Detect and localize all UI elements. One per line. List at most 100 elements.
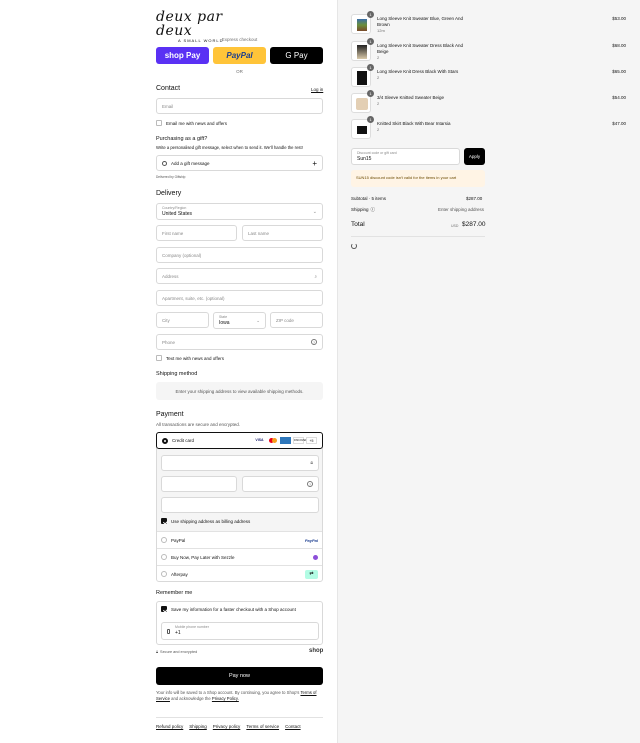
item-title: Long Sleeve Knit Sweater Blue, Green And… [377, 16, 464, 27]
email-news-checkbox[interactable] [156, 120, 162, 126]
refund-policy-link[interactable]: Refund policy [156, 724, 183, 729]
company-field[interactable]: Company (optional) [156, 247, 323, 263]
item-title: Long Sleeve Knit Dress Black With Stars [377, 69, 459, 74]
save-info-option[interactable]: Save my information for a faster checkou… [161, 606, 296, 612]
credit-card-radio[interactable] [162, 437, 168, 444]
item-variant: 2 [377, 101, 380, 106]
gpay-label: G Pay [285, 51, 308, 60]
email-news-option[interactable]: Email me with news and offers [156, 120, 227, 126]
item-price: $47.00 [612, 121, 626, 126]
address-field[interactable]: Address ⌕ [156, 268, 323, 284]
afterpay-radio[interactable] [161, 571, 167, 577]
city-field[interactable]: City [156, 312, 209, 328]
discount-field[interactable]: Discount code or gift card Sun15 [351, 148, 460, 165]
paypal-label: PayPal [226, 51, 253, 60]
gift-powered: Delivered by Giftship [156, 175, 186, 179]
cart-item: 1 Long Sleeve Knit Dress Black With Star… [351, 64, 626, 87]
privacy-policy-link[interactable]: Privacy policy [213, 724, 241, 729]
mobile-phone-label: Mobile phone number [175, 625, 209, 629]
afterpay-option[interactable]: Afterpay ⇄ [157, 565, 322, 582]
mobile-phone-field[interactable]: Mobile phone number +1 [161, 622, 319, 640]
express-checkout-label: Express checkout [221, 37, 258, 42]
terms-of-service-link[interactable]: Terms of service [246, 724, 279, 729]
legal-text: Your info will be saved to a Shop accoun… [156, 690, 326, 702]
shop-pay-button[interactable]: shop Pay [156, 47, 209, 64]
discount-value: Sun15 [357, 156, 372, 162]
quantity-badge: 1 [367, 116, 374, 123]
name-on-card-field[interactable] [161, 497, 319, 513]
text-news-checkbox[interactable] [156, 355, 162, 361]
total-value: $287.00 [462, 221, 486, 228]
zip-field[interactable]: ZIP code [270, 312, 323, 328]
paypal-radio[interactable] [161, 537, 167, 543]
google-pay-button[interactable]: G Pay [270, 47, 323, 64]
card-number-field[interactable]: 🔒︎ [161, 455, 319, 471]
billing-same-option[interactable]: Use shipping address as billing address [161, 518, 250, 524]
discount-error: SUN15 discount code isn't valid for the … [351, 170, 485, 187]
contact-link[interactable]: Contact [285, 724, 301, 729]
more-cards-badge: +5 [306, 437, 317, 444]
quantity-badge: 1 [367, 90, 374, 97]
cart-item: 1 Long Sleeve Knit Sweater Blue, Green A… [351, 11, 626, 34]
add-gift-message-button[interactable]: Add a gift message + [156, 155, 323, 171]
email-field[interactable]: Email [156, 98, 323, 114]
logo-script: deux par deux [156, 9, 223, 39]
apartment-field[interactable]: Apartment, suite, etc. (optional) [156, 290, 323, 306]
secure-label: Secure and encrypted [160, 650, 198, 654]
shipping-notice: Enter your shipping address to view avai… [156, 382, 323, 400]
address-placeholder: Address [162, 273, 179, 279]
item-name: Long Sleeve Knit Dress Black With Stars 2 [377, 69, 472, 81]
search-icon: ⌕ [314, 273, 317, 279]
text-news-label: Text me with news and offers [166, 355, 224, 361]
country-select[interactable]: Country/Region United States ⌄ [156, 203, 323, 220]
state-select[interactable]: State Iowa ⌄ [213, 312, 266, 329]
pay-now-button[interactable]: Pay now [156, 667, 323, 685]
or-divider: OR [236, 69, 243, 74]
billing-same-checkbox[interactable] [161, 518, 167, 524]
shipping-policy-link[interactable]: Shipping [189, 724, 207, 729]
help-icon[interactable]: ? [311, 339, 317, 345]
login-link[interactable]: Log in [311, 87, 323, 92]
remember-title: Remember me [156, 590, 193, 596]
credit-card-label: Credit card [172, 438, 195, 443]
privacy-link[interactable]: Privacy Policy. [212, 696, 239, 701]
sezzle-option[interactable]: Buy Now, Pay Later with Sezzle [157, 548, 322, 565]
sezzle-radio[interactable] [161, 554, 167, 560]
credit-card-option[interactable]: Credit card VISA DISCOVER +5 [156, 432, 323, 449]
help-icon[interactable]: ? [307, 481, 313, 487]
city-placeholder: City [162, 317, 170, 323]
state-value: Iowa [219, 320, 230, 326]
item-variant: 2 [377, 127, 380, 132]
paypal-button[interactable]: PayPal [213, 47, 266, 64]
apply-button[interactable]: Apply [464, 148, 485, 165]
sezzle-icon [313, 554, 318, 560]
item-price: $68.00 [612, 43, 626, 48]
phone-field[interactable]: Phone? [156, 334, 323, 350]
contact-title: Contact [156, 85, 181, 92]
first-name-field[interactable]: First name [156, 225, 237, 241]
item-title: Long Sleeve Knit Sweater Dress Black And… [377, 43, 464, 54]
legal-and: and acknowledge the [171, 696, 211, 701]
total-label: Total [351, 221, 365, 228]
help-icon[interactable]: ⓘ [371, 207, 376, 213]
item-price: $65.00 [612, 69, 626, 74]
afterpay-icon: ⇄ [305, 569, 318, 579]
save-info-checkbox[interactable] [161, 606, 167, 612]
paypal-option[interactable]: PayPal PayPal [157, 531, 322, 548]
text-news-option[interactable]: Text me with news and offers [156, 355, 224, 361]
phone-icon [167, 628, 170, 634]
plus-icon: + [312, 158, 317, 168]
country-value: United States [162, 211, 193, 217]
security-code-field[interactable]: ? [242, 476, 319, 492]
item-name: 3/4 Sleeve Knitted Sweater Beige 2 [377, 95, 472, 107]
gift-desc: Write a personalised gift message, selec… [156, 145, 303, 150]
checkout-form: deux par deux A SMALL WORLD Express chec… [0, 0, 337, 743]
shop-logo: shop [309, 648, 324, 654]
phone-placeholder: Phone [162, 339, 176, 345]
item-title: Knitted Skirt Black With Bear Intarsia [377, 121, 451, 126]
shipping-method-title: Shipping method [156, 371, 198, 377]
item-variant: 2 [377, 55, 380, 60]
chevron-down-icon: ⌄ [256, 318, 260, 323]
expiry-field[interactable] [161, 476, 237, 492]
last-name-field[interactable]: Last name [242, 225, 323, 241]
